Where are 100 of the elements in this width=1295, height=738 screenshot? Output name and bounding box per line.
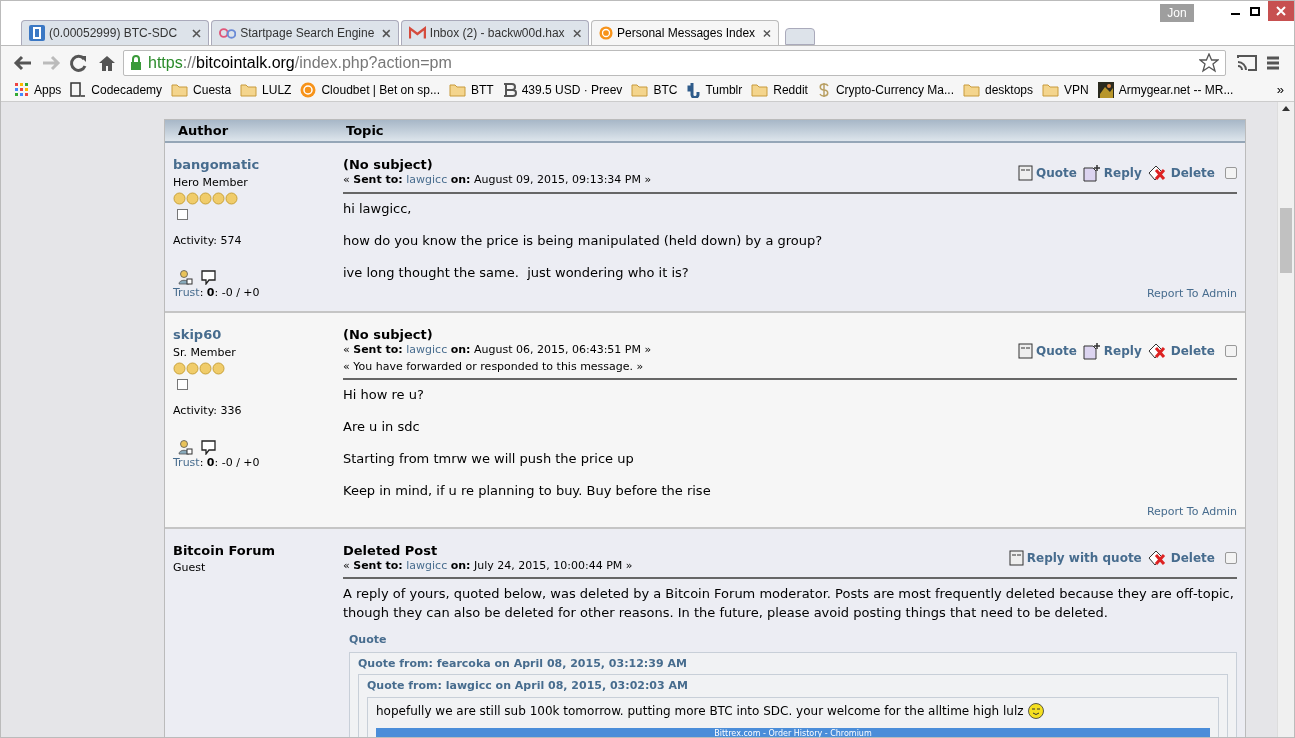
- bookmark[interactable]: Reddit: [751, 81, 808, 99]
- bookmark[interactable]: VPN: [1042, 81, 1089, 99]
- bookmark[interactable]: Cuesta: [171, 81, 232, 99]
- browser-tab[interactable]: Personal Messages Index: [591, 20, 779, 45]
- bookmark[interactable]: Cloudbet | Bet on sp...: [300, 81, 440, 99]
- scrollbar[interactable]: [1277, 102, 1294, 737]
- message-subject: (No subject): [343, 327, 434, 342]
- tab-favicon-icon: [29, 25, 45, 41]
- close-icon[interactable]: [763, 28, 771, 38]
- message-text: A reply of yours, quoted below, was deleted by a Bitcoin Forum moderator. Posts are most frequently deleted because they are off-topic, though they can also be deleted for other reasons. In the future, please avoid posting things that need to be deleted.: [343, 585, 1235, 622]
- author-name: Bitcoin Forum: [173, 541, 275, 560]
- close-button[interactable]: [1268, 1, 1294, 21]
- delete-icon: [1147, 549, 1168, 568]
- bookmark[interactable]: Armygear.net -- MR...: [1097, 81, 1234, 99]
- startpage-icon: [219, 25, 237, 41]
- address-bar[interactable]: https://bitcointalk.org/index.php?action=pm: [123, 49, 1226, 76]
- recipient-link[interactable]: lawgicc: [406, 173, 448, 186]
- coin-icon: [186, 362, 199, 375]
- delete-icon: [1147, 342, 1168, 360]
- column-header: Author: [177, 121, 230, 140]
- action-link[interactable]: Reply: [1082, 342, 1142, 360]
- close-icon[interactable]: [382, 28, 391, 38]
- browser-tab[interactable]: Startpage Search Engine: [211, 20, 399, 45]
- member-rank: Hero Member: [173, 174, 248, 191]
- speech-bubble-icon[interactable]: [201, 439, 216, 455]
- action-link[interactable]: Quote: [1018, 342, 1077, 360]
- scrollbar-thumb[interactable]: [1280, 208, 1292, 273]
- author-name[interactable]: bangomatic: [173, 155, 260, 175]
- quote-text: hopefully we are still sub 100k tomorrow. putting more BTC into SDC. your welcome for the alltime high lulz: [376, 702, 1024, 720]
- quote-icon: [1018, 164, 1033, 181]
- message-text: ive long thought the same. just wondering who it is?: [343, 263, 690, 282]
- browser-tab[interactable]: Inbox (2) - backw00d.hax: [401, 20, 589, 45]
- recipient-link[interactable]: lawgicc: [406, 343, 448, 356]
- message-text: Keep in mind, if u re planning to buy. Buy before the rise: [343, 482, 712, 500]
- tab-title: Startpage Search Engine: [240, 25, 375, 42]
- column-header: Topic: [345, 121, 384, 140]
- report-link[interactable]: Report To Admin: [1146, 504, 1237, 521]
- select-checkbox[interactable]: [1225, 552, 1237, 565]
- b-sign-icon: [502, 82, 517, 98]
- coin-icon: [212, 192, 225, 205]
- scroll-up-icon[interactable]: [1282, 106, 1290, 111]
- quote-icon: [1008, 550, 1024, 567]
- folder-icon: [631, 83, 649, 97]
- folder-icon: [1042, 83, 1059, 97]
- profile-icon[interactable]: [178, 269, 193, 285]
- delete-icon: [1147, 163, 1168, 182]
- bookmark[interactable]: 439.5 USD · Preev: [502, 81, 623, 99]
- bookmark[interactable]: BTC: [631, 81, 678, 99]
- tumblr-icon: [686, 82, 701, 98]
- bookmark[interactable]: BTT: [449, 81, 494, 99]
- action-link[interactable]: Reply with quote: [1008, 549, 1142, 568]
- sent-line: « Sent to: lawgicc on: August 06, 2015, 06:43:51 PM »: [343, 342, 653, 358]
- coin-icon: [300, 82, 317, 98]
- more-bookmarks-button[interactable]: »: [1276, 80, 1284, 100]
- lock-icon: [130, 54, 142, 71]
- bookmark[interactable]: LULZ: [240, 81, 292, 99]
- window-title: Bittrex.com - Order History - Chromium: [714, 727, 872, 737]
- folder-icon: [449, 83, 466, 97]
- action-link[interactable]: Reply: [1082, 163, 1142, 182]
- bookmark[interactable]: desktops: [963, 81, 1033, 99]
- folder-icon: [963, 83, 980, 97]
- quote-icon: [1018, 343, 1033, 359]
- cast-icon[interactable]: [1236, 53, 1258, 72]
- bookmark[interactable]: Tumblr: [686, 81, 743, 99]
- recipient-link[interactable]: lawgicc: [406, 558, 448, 572]
- activity-count: Activity: 574: [173, 233, 242, 249]
- report-link[interactable]: Report To Admin: [1146, 285, 1237, 302]
- bookmark[interactable]: Apps: [15, 81, 62, 99]
- action-link[interactable]: Delete: [1147, 342, 1215, 360]
- action-link[interactable]: Delete: [1147, 549, 1215, 568]
- star-icon[interactable]: [1199, 52, 1219, 73]
- speech-bubble-icon[interactable]: [201, 269, 216, 285]
- profile-icon[interactable]: [178, 439, 193, 455]
- tab-title: Personal Messages Index: [617, 25, 756, 42]
- action-link[interactable]: Quote: [1018, 163, 1077, 182]
- browser-tab[interactable]: (0.00052999) BTC-SDC: [21, 20, 209, 45]
- quote-label: Quote: [349, 632, 388, 648]
- trust-link[interactable]: Trust: [173, 455, 200, 469]
- coin-icon: [199, 192, 212, 205]
- folder-icon: [240, 83, 258, 97]
- close-icon[interactable]: [572, 28, 581, 38]
- trust-link[interactable]: Trust: [173, 285, 200, 299]
- close-icon[interactable]: [192, 28, 201, 38]
- maximize-icon[interactable]: [1250, 7, 1260, 16]
- folder-icon: [171, 83, 189, 97]
- message-subject: Deleted Post: [343, 542, 439, 558]
- member-rank: Guest: [173, 560, 206, 576]
- sent-line: « Sent to: lawgicc on: July 24, 2015, 10:00:44 PM »: [343, 557, 634, 574]
- select-checkbox[interactable]: [1225, 166, 1237, 179]
- bookmark[interactable]: Codecademy: [70, 81, 163, 99]
- message-subject: (No subject): [343, 157, 434, 172]
- mail-icon: [409, 26, 426, 40]
- trust-score: Trust: 0: -0 / +0: [173, 284, 260, 301]
- tab-title: Inbox (2) - backw00d.hax: [429, 25, 565, 42]
- select-checkbox[interactable]: [1225, 345, 1237, 357]
- author-name[interactable]: skip60: [173, 325, 222, 345]
- reply-icon: [1082, 163, 1101, 182]
- coin-icon: [225, 192, 238, 205]
- bookmark[interactable]: Crypto-Currency Ma...: [816, 81, 954, 99]
- action-link[interactable]: Delete: [1147, 163, 1215, 182]
